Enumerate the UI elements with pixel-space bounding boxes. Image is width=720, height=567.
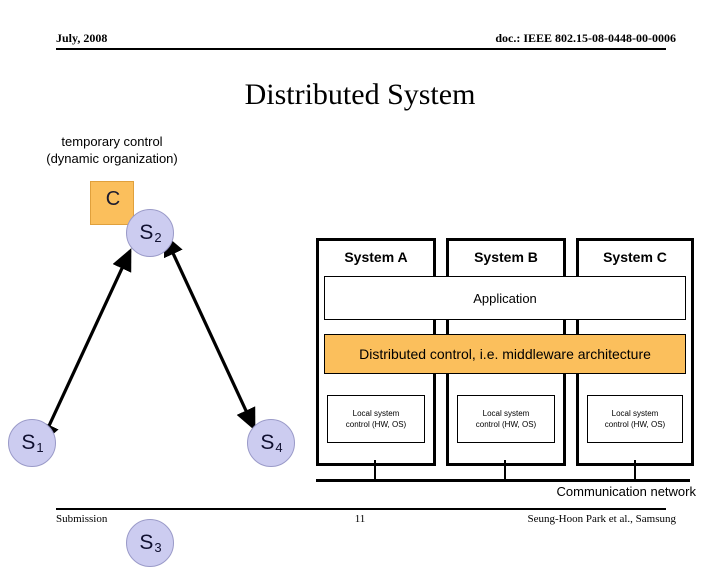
local-c-line-2: control (HW, OS) [604,420,666,429]
system-b-title: System B [474,249,538,265]
local-a-line-1: Local system [352,409,400,418]
graph-node-s1: S1 [8,419,56,467]
graph-node-s4-label: S4 [260,431,283,455]
local-b-line-2: control (HW, OS) [475,420,537,429]
graph-node-s3: S3 [126,519,174,567]
system-a-title: System A [344,249,408,265]
local-system-control-b: Local system control (HW, OS) [457,395,555,443]
bus-stub-a [374,460,376,480]
edge-s2-s4 [163,233,256,431]
bus-stub-b [504,460,506,480]
annotation-line-2: (dynamic organization) [46,151,178,166]
local-system-control-c: Local system control (HW, OS) [587,395,683,443]
bus-line [316,479,690,482]
system-c-title: System C [603,249,667,265]
middleware-architecture-diagram: System A Local system control (HW, OS) S… [316,238,694,488]
distributed-node-graph: temporary control (dynamic organization)… [0,125,320,567]
local-c-line-1: Local system [611,409,659,418]
edge-s1-s2 [39,248,132,446]
graph-node-s2-label: S2 [139,221,162,245]
footer-divider [56,508,666,510]
local-system-control-a: Local system control (HW, OS) [327,395,425,443]
application-band: Application [324,276,686,320]
footer-author: Seung-Hoon Park et al., Samsung [527,513,676,525]
header-date: July, 2008 [56,31,108,45]
middleware-band: Distributed control, i.e. middleware arc… [324,334,686,374]
bus-stub-c [634,460,636,480]
header-divider [56,48,666,50]
annotation-line-1: temporary control [61,134,163,149]
control-node-label: C [105,188,121,210]
graph-node-s2: S2 [126,209,174,257]
graph-edges-svg [29,233,256,455]
graph-node-s1-label: S1 [21,431,44,455]
graph-node-s4: S4 [247,419,295,467]
temporary-control-annotation: temporary control (dynamic organization) [12,133,212,167]
communication-network-bus: Communication network [316,460,696,506]
local-a-line-2: control (HW, OS) [345,420,407,429]
header-doc-id: doc.: IEEE 802.15-08-0448-00-0006 [495,31,676,45]
graph-node-s3-label: S3 [139,531,162,555]
local-b-line-1: Local system [482,409,530,418]
page-title: Distributed System [244,78,476,111]
communication-network-label: Communication network [556,484,696,499]
